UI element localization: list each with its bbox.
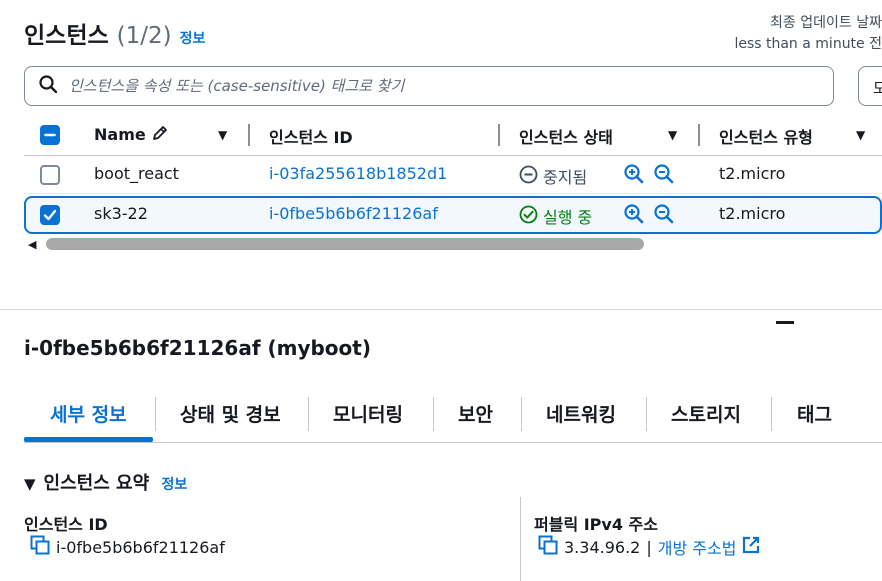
instance-state-text: 중지됨: [543, 168, 588, 187]
horizontal-scrollbar[interactable]: [46, 238, 644, 250]
tab-divider: [155, 397, 156, 431]
table-row-selected[interactable]: sk3-22 i-0fbe5b6b6f21126af 실행 중 t2.micro: [24, 196, 882, 234]
page-title: 인스턴스 (1/2) 정보: [24, 16, 205, 50]
tab-divider: [521, 397, 522, 431]
sort-caret-icon[interactable]: ▼: [668, 128, 677, 142]
last-updated-label: 최종 업데이트 날짜: [770, 15, 882, 31]
table-header: Name ▼ 인스턴스 ID 인스턴스 상태 ▼ 인스턴스 유형 ▼: [24, 116, 882, 156]
copy-icon[interactable]: [30, 535, 50, 559]
open-address-link[interactable]: 개방 주소법: [658, 535, 737, 559]
tab-storage[interactable]: 스토리지: [671, 400, 741, 427]
external-link-icon[interactable]: [742, 536, 760, 558]
instance-state: 실행 중: [519, 204, 592, 228]
split-divider[interactable]: [0, 309, 882, 310]
instance-state-text: 실행 중: [543, 208, 593, 227]
instance-name: sk3-22: [94, 204, 148, 223]
detail-title: i-0fbe5b6b6f21126af (myboot): [24, 336, 371, 360]
section-info-link[interactable]: 정보: [161, 477, 187, 493]
zoom-in-icon[interactable]: [624, 164, 644, 188]
tab-tags[interactable]: 태그: [797, 400, 832, 427]
sort-caret-icon[interactable]: ▼: [856, 128, 865, 142]
col-state-header[interactable]: 인스턴스 상태: [519, 124, 613, 148]
search-box[interactable]: [24, 66, 834, 106]
tab-divider: [646, 397, 647, 431]
col-resizer[interactable]: [498, 124, 500, 146]
tab-networking[interactable]: 네트워킹: [546, 400, 616, 427]
zoom-out-icon[interactable]: [654, 204, 674, 228]
sort-caret-icon[interactable]: ▼: [218, 128, 227, 142]
stopped-icon: [519, 165, 538, 188]
tab-details[interactable]: 세부 정보: [50, 400, 127, 427]
instance-state-filter[interactable]: 모: [858, 66, 882, 106]
row-checkbox[interactable]: [40, 205, 60, 225]
collapse-caret-icon[interactable]: ▼: [24, 475, 36, 493]
detail-tabs: 세부 정보 상태 및 경보 모니터링 보안 네트워킹 스토리지 태그: [24, 389, 882, 443]
public-ip-value: 3.34.96.2 | 개방 주소법: [538, 535, 760, 559]
instance-type: t2.micro: [719, 204, 786, 223]
tab-security[interactable]: 보안: [458, 400, 493, 427]
column-divider: [520, 497, 521, 581]
selection-count: (1/2): [116, 23, 172, 49]
instance-type: t2.micro: [719, 164, 786, 183]
section-title: 인스턴스 요약: [43, 473, 150, 494]
copy-icon[interactable]: [538, 535, 558, 559]
instance-name: boot_react: [94, 164, 179, 183]
tab-monitoring[interactable]: 모니터링: [333, 400, 403, 427]
zoom-in-icon[interactable]: [624, 204, 644, 228]
tab-divider: [433, 397, 434, 431]
search-icon: [39, 75, 58, 97]
last-updated-value: less than a minute 전: [734, 36, 882, 52]
info-link[interactable]: 정보: [180, 31, 206, 47]
row-checkbox[interactable]: [40, 165, 60, 185]
minimize-icon[interactable]: [776, 321, 794, 324]
col-id-header[interactable]: 인스턴스 ID: [269, 124, 353, 148]
tab-status-alarms[interactable]: 상태 및 경보: [180, 400, 281, 427]
col-name-header[interactable]: Name: [94, 124, 169, 144]
instance-state: 중지됨: [519, 164, 587, 188]
tab-divider: [308, 397, 309, 431]
col-resizer[interactable]: [698, 124, 700, 146]
instance-id-text: i-0fbe5b6b6f21126af: [56, 537, 225, 557]
col-type-header[interactable]: 인스턴스 유형: [719, 124, 813, 148]
instance-id-link[interactable]: i-0fbe5b6b6f21126af: [269, 204, 438, 223]
select-all-checkbox[interactable]: [40, 125, 60, 145]
col-name-label: Name: [94, 125, 146, 144]
instance-id-label: 인스턴스 ID: [24, 515, 108, 534]
page-title-text: 인스턴스: [24, 23, 109, 49]
public-ip-text: 3.34.96.2: [564, 537, 641, 557]
zoom-out-icon[interactable]: [654, 164, 674, 188]
search-input[interactable]: [69, 77, 789, 95]
active-tab-indicator: [24, 437, 153, 442]
col-resizer[interactable]: [248, 124, 250, 146]
instance-id-value: i-0fbe5b6b6f21126af: [30, 535, 225, 559]
table-row[interactable]: boot_react i-03fa255618b1852d1 중지됨 t2.mi…: [24, 156, 882, 194]
instance-id-link[interactable]: i-03fa255618b1852d1: [269, 164, 447, 183]
value-separator: |: [646, 537, 652, 557]
edit-icon: [151, 125, 169, 144]
running-icon: [519, 205, 538, 228]
scroll-left-icon[interactable]: ◀: [28, 238, 36, 251]
public-ip-label: 퍼블릭 IPv4 주소: [534, 515, 658, 534]
tab-divider: [771, 397, 772, 431]
section-header[interactable]: ▼ 인스턴스 요약 정보: [24, 469, 187, 495]
